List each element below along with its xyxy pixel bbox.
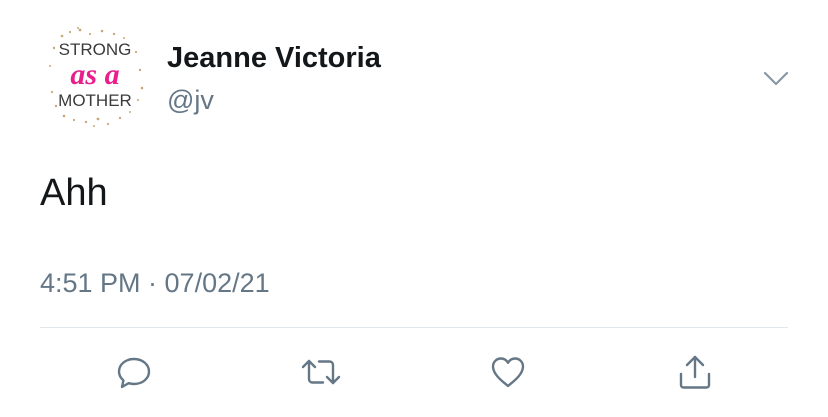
share-button[interactable] (673, 350, 717, 394)
reply-button[interactable] (112, 350, 156, 394)
like-button[interactable] (486, 350, 530, 394)
retweet-icon (301, 359, 341, 385)
tweet-timestamp[interactable]: 4:51 PM · 07/02/21 (40, 268, 270, 299)
tweet-text: Ahh (40, 172, 108, 214)
divider (40, 327, 788, 328)
heart-icon (491, 357, 525, 388)
avatar-image: STRONG as a MOTHER (49, 27, 144, 127)
user-handle[interactable]: @jv (167, 85, 214, 116)
more-options-button[interactable] (760, 66, 792, 92)
reply-icon (117, 357, 151, 389)
avatar-line-1: STRONG (59, 40, 132, 59)
retweet-button[interactable] (299, 350, 343, 394)
share-icon (679, 355, 711, 389)
avatar[interactable]: STRONG as a MOTHER (40, 22, 150, 132)
chevron-down-icon (763, 71, 789, 86)
avatar-line-2: as a (70, 58, 119, 91)
display-name[interactable]: Jeanne Victoria (167, 42, 381, 75)
avatar-line-3: MOTHER (58, 91, 132, 110)
